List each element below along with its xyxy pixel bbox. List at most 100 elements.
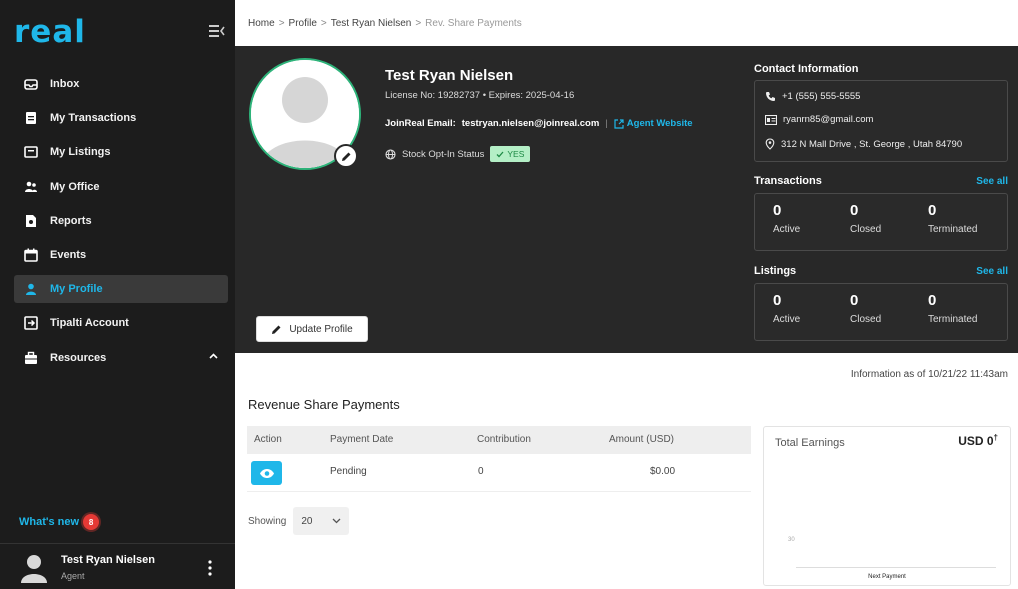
breadcrumb-current: Rev. Share Payments xyxy=(425,18,522,29)
real-logo[interactable]: real xyxy=(14,14,86,50)
chart-axis-line xyxy=(796,567,996,568)
listing-icon xyxy=(24,145,38,159)
license-info: License No: 19282737 • Expires: 2025-04-… xyxy=(385,90,575,101)
profile-name: Test Ryan Nielsen xyxy=(385,67,514,84)
transactions-box: 0 Active 0 Closed 0 Terminated xyxy=(754,193,1008,251)
breadcrumb-profile[interactable]: Profile xyxy=(289,18,317,29)
breadcrumb-agent[interactable]: Test Ryan Nielsen xyxy=(331,18,412,29)
joinreal-email-row: JoinReal Email: testryan.nielsen@joinrea… xyxy=(385,118,693,129)
sidebar-item-label: My Transactions xyxy=(50,112,137,125)
revenue-share-table: Action Payment Date Contribution Amount … xyxy=(247,426,751,492)
agent-website-label: Agent Website xyxy=(626,118,693,129)
whats-new-label: What's new xyxy=(19,516,80,528)
contact-email-value: ryanrn85@gmail.com xyxy=(783,114,874,125)
profile-header: Test Ryan Nielsen License No: 19282737 •… xyxy=(235,46,1018,353)
sidebar: real Inbox My Transactions My Listings M… xyxy=(0,0,235,589)
payment-date-cell: Pending xyxy=(330,466,367,477)
transactions-title: Transactions xyxy=(754,175,822,187)
clipboard-icon xyxy=(24,111,38,125)
page-size-select[interactable]: 20 xyxy=(293,507,350,535)
stat-value: 0 xyxy=(928,292,937,309)
stat-value: 0 xyxy=(773,292,782,309)
sidebar-item-label: My Office xyxy=(50,180,100,193)
chevron-down-icon xyxy=(332,518,341,524)
pencil-icon xyxy=(341,152,350,161)
account-icon xyxy=(24,316,38,331)
stat-value: 0 xyxy=(928,202,937,219)
information-timestamp: Information as of 10/21/22 11:43am xyxy=(850,369,1008,380)
sidebar-item-my-transactions[interactable]: My Transactions xyxy=(14,104,228,132)
column-header-payment-date[interactable]: Payment Date xyxy=(330,434,393,445)
email-label: JoinReal Email: xyxy=(385,118,456,129)
stat-label: Closed xyxy=(850,224,882,235)
breadcrumb-separator: > xyxy=(415,18,422,29)
stock-opt-in-row: Stock Opt-In Status YES xyxy=(385,146,531,162)
column-header-action[interactable]: Action xyxy=(254,434,282,445)
sidebar-item-events[interactable]: Events xyxy=(14,241,228,269)
listings-active-stat: 0 Active xyxy=(773,292,800,325)
transactions-terminated-stat: 0 Terminated xyxy=(928,202,977,235)
avatar[interactable] xyxy=(18,551,50,583)
sidebar-item-label: Resources xyxy=(50,351,107,364)
edit-avatar-button[interactable] xyxy=(334,144,358,168)
sidebar-item-label: My Listings xyxy=(50,146,111,159)
view-payment-button[interactable] xyxy=(251,461,282,485)
stock-opt-in-label: Stock Opt-In Status xyxy=(402,148,485,160)
total-earnings-title: Total Earnings xyxy=(775,437,845,449)
sidebar-item-tipalti-account[interactable]: Tipalti Account xyxy=(14,309,228,337)
transactions-see-all-link[interactable]: See all xyxy=(976,176,1008,187)
stat-label: Terminated xyxy=(928,224,978,235)
column-header-amount[interactable]: Amount (USD) xyxy=(609,434,674,445)
sidebar-item-my-profile[interactable]: My Profile xyxy=(14,275,228,304)
breadcrumb-home[interactable]: Home xyxy=(248,18,275,29)
contact-phone-value: +1 (555) 555-5555 xyxy=(782,91,861,102)
sidebar-nav: Inbox My Transactions My Listings My Off… xyxy=(14,70,228,378)
eye-icon xyxy=(259,468,274,478)
stat-label: Active xyxy=(773,314,801,325)
transactions-active-stat: 0 Active xyxy=(773,202,800,235)
sidebar-item-label: Reports xyxy=(50,214,92,227)
current-user: Test Ryan Nielsen Agent xyxy=(0,543,235,589)
earnings-footnote-marker: † xyxy=(993,433,998,442)
collapse-sidebar-icon[interactable] xyxy=(209,24,225,38)
listings-terminated-stat: 0 Terminated xyxy=(928,292,977,325)
location-pin-icon xyxy=(765,138,775,150)
sidebar-item-label: Inbox xyxy=(50,78,80,90)
listings-title: Listings xyxy=(754,265,797,277)
sidebar-item-reports[interactable]: Reports xyxy=(14,207,228,235)
stock-status-value: YES xyxy=(507,149,525,159)
stat-value: 0 xyxy=(850,292,859,309)
stat-label: Active xyxy=(773,224,801,235)
chart-tick-label: 30 xyxy=(788,537,795,543)
breadcrumb: Home > Profile > Test Ryan Nielsen > Rev… xyxy=(248,18,522,29)
total-earnings-card: Total Earnings USD 0† 30 Next Payment xyxy=(763,426,1011,586)
pencil-icon xyxy=(272,325,281,334)
phone-icon xyxy=(766,92,775,101)
stat-value: 0 xyxy=(850,202,859,219)
notification-count-badge: 8 xyxy=(83,514,100,530)
update-profile-label: Update Profile xyxy=(289,323,353,335)
whats-new-link[interactable]: What's new 8 xyxy=(19,514,100,530)
amount-cell: $0.00 xyxy=(650,466,676,477)
total-earnings-value: USD 0† xyxy=(958,433,998,448)
status-badge: YES xyxy=(490,146,531,162)
contact-info-box: +1 (555) 555-5555 ryanrn85@gmail.com 312… xyxy=(754,80,1008,162)
breadcrumb-separator: > xyxy=(320,18,327,29)
contact-info-title: Contact Information xyxy=(754,63,859,75)
breadcrumb-separator: > xyxy=(278,18,285,29)
sidebar-item-resources[interactable]: Resources xyxy=(14,344,228,372)
page-title: Revenue Share Payments xyxy=(248,397,400,412)
sidebar-item-my-office[interactable]: My Office xyxy=(14,173,228,201)
page-size-value: 20 xyxy=(301,515,313,527)
sidebar-item-my-listings[interactable]: My Listings xyxy=(14,138,228,166)
joinreal-email: testryan.nielsen@joinreal.com xyxy=(461,118,600,129)
chevron-up-icon[interactable] xyxy=(209,352,218,359)
listings-see-all-link[interactable]: See all xyxy=(976,266,1008,277)
sidebar-item-inbox[interactable]: Inbox xyxy=(14,70,228,98)
report-icon xyxy=(24,214,38,228)
column-header-contribution[interactable]: Contribution xyxy=(477,434,531,445)
contact-address: 312 N Mall Drive , St. George , Utah 847… xyxy=(765,138,962,150)
agent-website-link[interactable]: Agent Website xyxy=(614,118,693,129)
more-vertical-icon[interactable] xyxy=(206,559,214,577)
update-profile-button[interactable]: Update Profile xyxy=(256,316,368,342)
